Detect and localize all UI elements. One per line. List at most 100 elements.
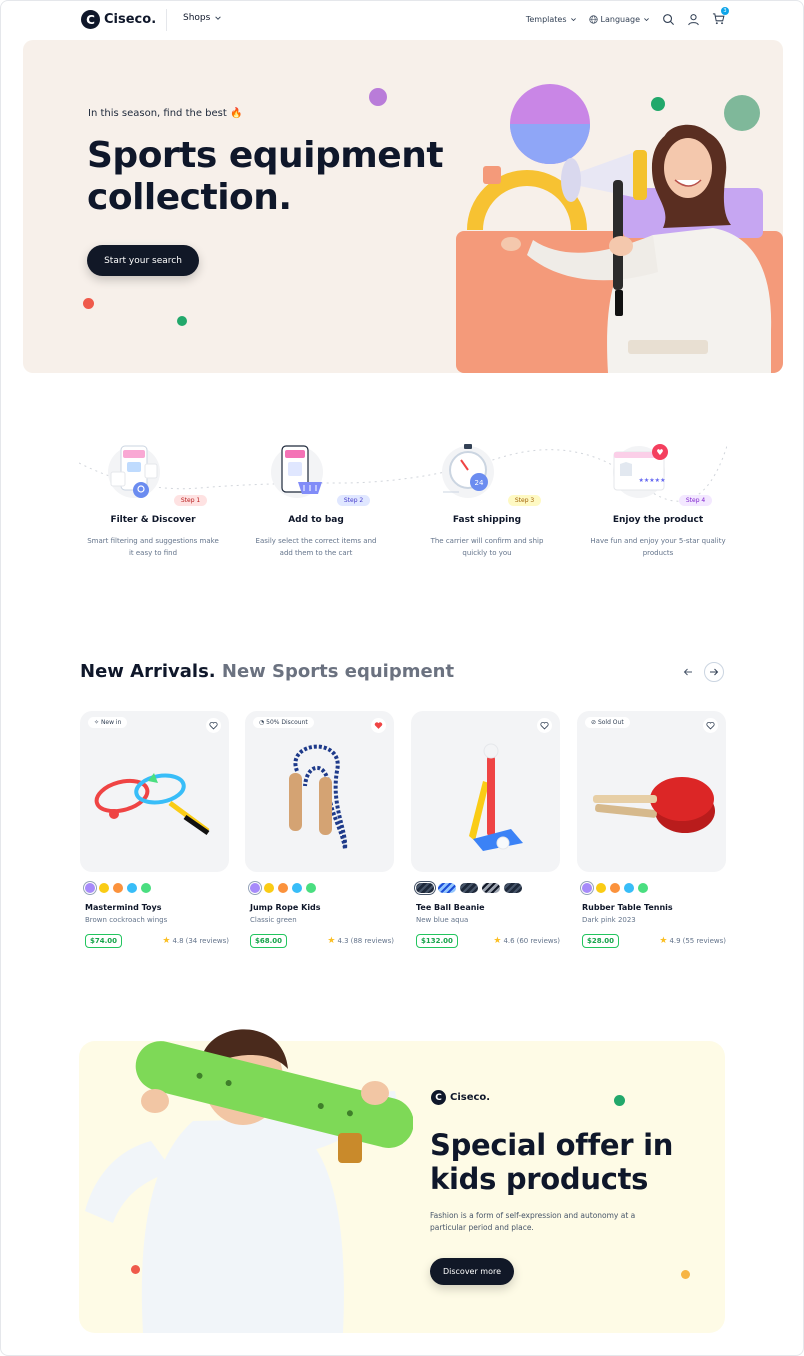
product-rating: ★ 4.3 (88 reviews) [327, 936, 394, 946]
swatch[interactable] [596, 883, 606, 893]
logo-text: Ciseco. [104, 12, 157, 27]
product-price: $132.00 [416, 934, 458, 948]
step-card: Step 1 Filter & Discover Smart filtering… [73, 438, 233, 559]
swatch[interactable] [278, 883, 288, 893]
section-heading: New Arrivals. New Sports equipment [80, 661, 454, 682]
how-it-works: Step 1 Filter & Discover Smart filtering… [79, 438, 727, 608]
product-image[interactable]: ✧ New in [80, 711, 229, 872]
start-search-button[interactable]: Start your search [87, 245, 199, 276]
swatch[interactable] [113, 883, 123, 893]
decor-dot [177, 316, 187, 326]
pattern-swatch[interactable] [504, 883, 522, 893]
swatch[interactable] [306, 883, 316, 893]
pattern-swatch[interactable] [482, 883, 500, 893]
rackets-image [94, 773, 210, 836]
product-image[interactable]: ⊘ Sold Out [577, 711, 726, 872]
language-label: Language [600, 15, 640, 24]
product-rating: ★ 4.6 (60 reviews) [493, 936, 560, 946]
templates-menu[interactable]: Templates [526, 15, 577, 24]
discover-more-button[interactable]: Discover more [430, 1258, 514, 1285]
language-menu[interactable]: Language [588, 15, 650, 24]
next-button[interactable] [704, 662, 724, 682]
svg-text:★★★★★: ★★★★★ [638, 477, 665, 484]
swatch[interactable] [638, 883, 648, 893]
svg-text:♥: ♥ [656, 448, 663, 457]
product-variant: Dark pink 2023 [582, 916, 636, 924]
rating-value: 4.9 [669, 937, 681, 945]
globe-icon [588, 15, 598, 24]
arrow-right-icon [710, 668, 719, 676]
product-grid: ✧ New in Mastermind Toys Brown cockroach… [80, 711, 726, 961]
product-review-icon: ★★★★★ ♥ [612, 444, 668, 498]
rating-value: 4.6 [503, 937, 515, 945]
swatch[interactable] [99, 883, 109, 893]
swatch[interactable] [610, 883, 620, 893]
product-card[interactable]: ✧ New in Mastermind Toys Brown cockroach… [80, 711, 229, 948]
product-rating: ★ 4.9 (55 reviews) [659, 936, 726, 946]
review-count: (60 reviews) [516, 937, 560, 945]
swatch[interactable] [624, 883, 634, 893]
step-badge: Step 1 [173, 495, 208, 506]
pattern-swatches [411, 883, 560, 893]
tee-ball-image [469, 743, 523, 851]
product-meta: $28.00 ★ 4.9 (55 reviews) [577, 934, 726, 948]
decor-dot [369, 88, 387, 106]
color-swatches [245, 883, 394, 893]
product-name[interactable]: Tee Ball Beanie [411, 903, 560, 912]
shops-menu[interactable]: Shops [183, 13, 222, 23]
product-meta: $68.00 ★ 4.3 (88 reviews) [245, 934, 394, 948]
step-title: Filter & Discover [110, 515, 196, 525]
site-logo[interactable]: C Ciseco. [81, 10, 156, 29]
color-swatches [577, 883, 726, 893]
step-badge: Step 4 [678, 495, 713, 506]
product-card[interactable]: ⊘ Sold Out Rubber Table Tennis Dark pink… [577, 711, 726, 948]
search-icon[interactable] [662, 13, 675, 26]
chevron-down-icon [215, 16, 222, 20]
step-card: Step 2 Add to bag Easily select the corr… [236, 438, 396, 559]
promo-logo: C Ciseco. [431, 1090, 490, 1105]
swatch[interactable] [127, 883, 137, 893]
pattern-swatch[interactable] [460, 883, 478, 893]
product-variant: New blue aqua [416, 916, 469, 924]
header-actions: Templates Language 3 [526, 7, 729, 27]
product-image[interactable] [411, 711, 560, 872]
cart-button[interactable]: 3 [712, 7, 729, 27]
stopwatch-icon: 24 [441, 444, 494, 498]
color-swatches [80, 883, 229, 893]
product-image[interactable]: ◔ 50% Discount [245, 711, 394, 872]
table-tennis-paddles-image [593, 777, 715, 833]
swatch[interactable] [250, 883, 260, 893]
arrow-left-icon [683, 668, 692, 676]
product-variant: Brown cockroach wings [85, 916, 168, 924]
step-badge: Step 3 [507, 495, 542, 506]
product-name[interactable]: Jump Rope Kids [245, 903, 394, 912]
pattern-swatch[interactable] [416, 883, 434, 893]
decor-dot [614, 1095, 625, 1106]
prev-button[interactable] [678, 662, 698, 682]
swatch[interactable] [141, 883, 151, 893]
header-divider [166, 9, 167, 31]
swatch[interactable] [292, 883, 302, 893]
svg-text:24: 24 [474, 479, 483, 487]
section-title: New Arrivals. [80, 661, 216, 682]
hero-title: Sports equipment collection. [87, 135, 444, 218]
user-icon[interactable] [687, 13, 700, 26]
swatch[interactable] [85, 883, 95, 893]
swatch[interactable] [582, 883, 592, 893]
step-desc: Have fun and enjoy your 5-star quality p… [590, 537, 726, 557]
step-desc: The carrier will confirm and ship quickl… [430, 537, 544, 557]
hero-subtitle: In this season, find the best 🔥 [88, 108, 243, 119]
section-subtitle: New Sports equipment [215, 661, 455, 682]
product-price: $74.00 [85, 934, 123, 948]
step-desc: Smart filtering and suggestions make it … [87, 537, 219, 557]
swatch[interactable] [264, 883, 274, 893]
product-rating: ★ 4.8 (34 reviews) [162, 936, 229, 946]
product-card[interactable]: ◔ 50% Discount Jump Rope Kids Classic gr… [245, 711, 394, 948]
product-meta: $132.00 ★ 4.6 (60 reviews) [411, 934, 560, 948]
pattern-swatch[interactable] [438, 883, 456, 893]
product-name[interactable]: Rubber Table Tennis [577, 903, 726, 912]
product-name[interactable]: Mastermind Toys [80, 903, 229, 912]
product-card[interactable]: Tee Ball Beanie New blue aqua $132.00 ★ 4… [411, 711, 560, 948]
add-to-bag-icon [270, 445, 323, 498]
star-icon: ★ [327, 936, 336, 946]
